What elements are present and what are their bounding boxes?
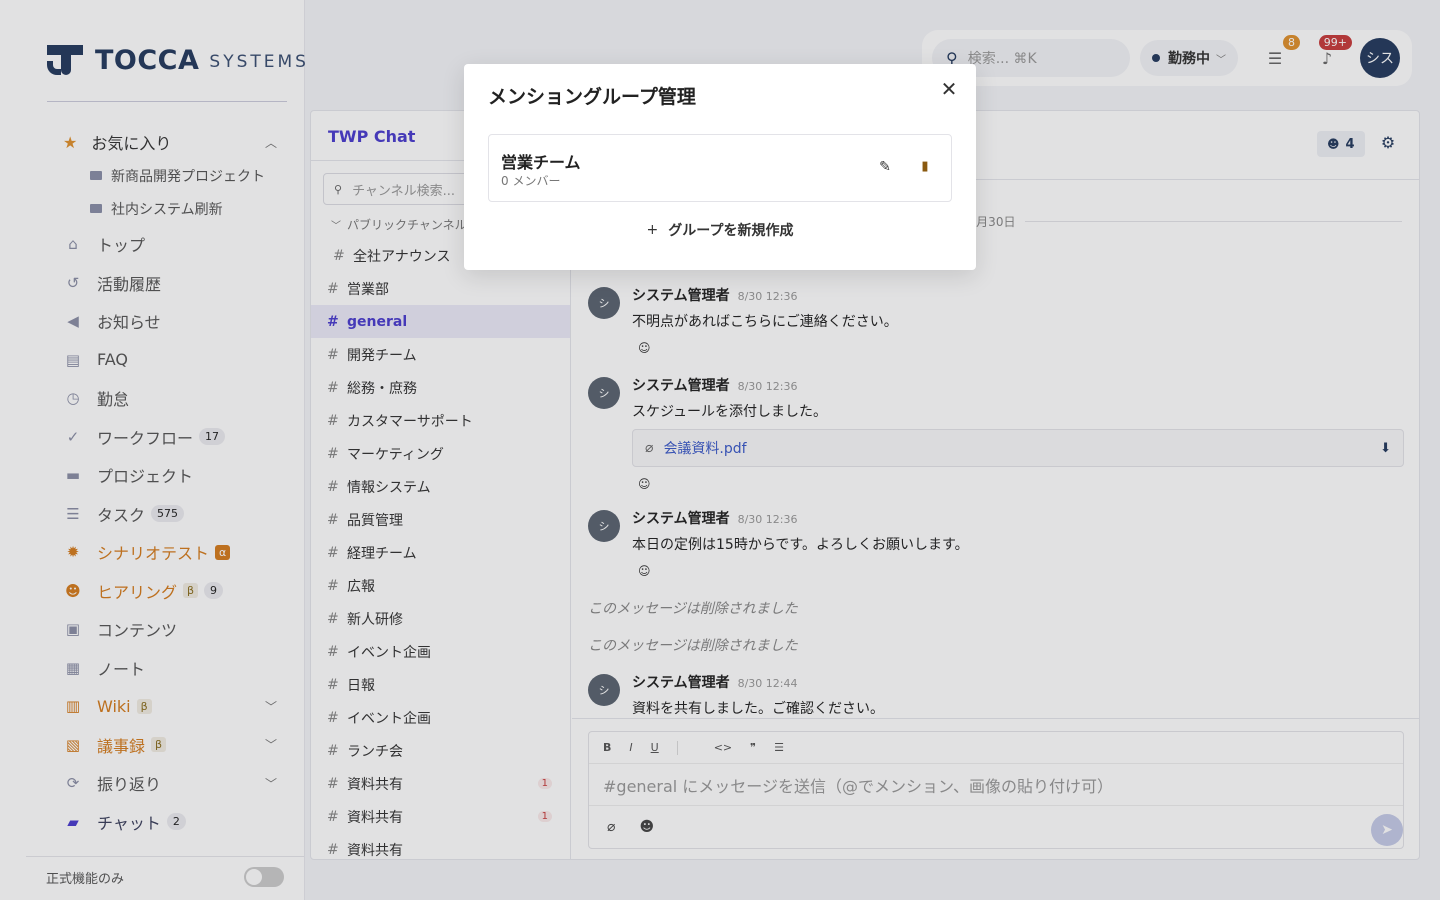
edit-icon[interactable]: ✎ — [875, 159, 895, 179]
trash-icon[interactable]: ▮ — [915, 159, 935, 179]
mention-group-modal: メンショングループ管理 ✕ 営業チーム 0 メンバー ✎ ▮ + グループを新規… — [464, 64, 976, 270]
plus-icon: + — [646, 222, 659, 238]
create-group-label: グループを新規作成 — [668, 223, 794, 239]
modal-title: メンショングループ管理 — [488, 86, 696, 108]
group-name: 営業チーム — [501, 153, 581, 172]
group-member-count: 0 メンバー — [501, 174, 561, 188]
create-group-button[interactable]: + グループを新規作成 — [488, 212, 952, 248]
mention-group-card: 営業チーム 0 メンバー ✎ ▮ — [488, 134, 952, 202]
close-icon[interactable]: ✕ — [938, 78, 960, 100]
